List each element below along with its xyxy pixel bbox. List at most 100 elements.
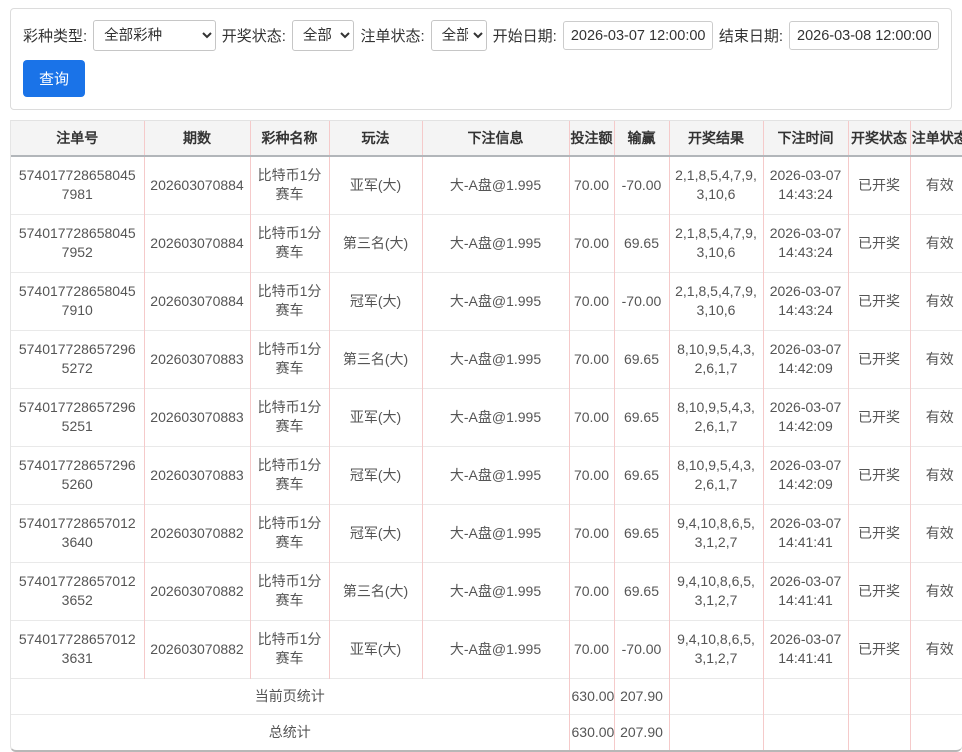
cell-period: 202603070882 — [144, 562, 250, 620]
end-date-input[interactable] — [789, 21, 939, 50]
filter-panel: 彩种类型: 全部彩种 开奖状态: 全部 注单状态: 全部 开始日期: 结束日期:… — [10, 8, 952, 110]
cell-lottery-name: 比特币1分赛车 — [250, 330, 329, 388]
cell-draw-status: 已开奖 — [848, 504, 910, 562]
cell-draw-status: 已开奖 — [848, 446, 910, 504]
cell-play-type: 亚军(大) — [329, 388, 422, 446]
cell-bet-time: 2026-03-07 14:43:24 — [763, 156, 848, 214]
empty-cell — [910, 678, 962, 714]
cell-play-type: 第三名(大) — [329, 562, 422, 620]
cell-bet-id: 5740177286580457910 — [11, 272, 144, 330]
cell-bet-status: 有效 — [910, 214, 962, 272]
total-summary-label: 总统计 — [11, 714, 569, 750]
cell-draw-result: 2,1,8,5,4,7,9,3,10,6 — [669, 214, 763, 272]
table-header-row: 注单号 期数 彩种名称 玩法 下注信息 投注额 输赢 开奖结果 下注时间 开奖状… — [11, 121, 962, 156]
cell-play-type: 第三名(大) — [329, 214, 422, 272]
cell-bet-info: 大-A盘@1.995 — [422, 272, 569, 330]
header-bet-info: 下注信息 — [422, 121, 569, 156]
cell-bet-time: 2026-03-07 14:43:24 — [763, 272, 848, 330]
start-date-label: 开始日期: — [493, 25, 557, 46]
page-summary-bet-amount: 630.00 — [569, 678, 614, 714]
cell-draw-result: 9,4,10,8,6,5,3,1,2,7 — [669, 504, 763, 562]
lottery-type-label: 彩种类型: — [23, 25, 87, 46]
cell-win-loss: 69.65 — [614, 504, 669, 562]
draw-status-label: 开奖状态: — [222, 25, 286, 46]
cell-bet-status: 有效 — [910, 330, 962, 388]
cell-bet-time: 2026-03-07 14:41:41 — [763, 620, 848, 678]
cell-bet-time: 2026-03-07 14:42:09 — [763, 388, 848, 446]
cell-period: 202603070884 — [144, 272, 250, 330]
cell-draw-result: 2,1,8,5,4,7,9,3,10,6 — [669, 272, 763, 330]
cell-bet-amount: 70.00 — [569, 272, 614, 330]
cell-period: 202603070884 — [144, 214, 250, 272]
cell-bet-amount: 70.00 — [569, 446, 614, 504]
cell-bet-status: 有效 — [910, 504, 962, 562]
cell-lottery-name: 比特币1分赛车 — [250, 214, 329, 272]
draw-status-select[interactable]: 全部 — [292, 20, 355, 51]
cell-play-type: 第三名(大) — [329, 330, 422, 388]
table-row: 5740177286580457952 202603070884 比特币1分赛车… — [11, 214, 962, 272]
cell-bet-time: 2026-03-07 14:42:09 — [763, 446, 848, 504]
cell-draw-status: 已开奖 — [848, 388, 910, 446]
cell-bet-info: 大-A盘@1.995 — [422, 156, 569, 214]
empty-cell — [669, 714, 763, 750]
empty-cell — [763, 714, 848, 750]
cell-draw-result: 8,10,9,5,4,3,2,6,1,7 — [669, 446, 763, 504]
empty-cell — [910, 714, 962, 750]
cell-bet-time: 2026-03-07 14:41:41 — [763, 562, 848, 620]
cell-period: 202603070882 — [144, 620, 250, 678]
cell-win-loss: 69.65 — [614, 330, 669, 388]
bet-records-table: 注单号 期数 彩种名称 玩法 下注信息 投注额 输赢 开奖结果 下注时间 开奖状… — [11, 121, 962, 750]
cell-bet-time: 2026-03-07 14:41:41 — [763, 504, 848, 562]
end-date-label: 结束日期: — [719, 25, 783, 46]
cell-bet-info: 大-A盘@1.995 — [422, 562, 569, 620]
cell-bet-status: 有效 — [910, 156, 962, 214]
filter-row: 彩种类型: 全部彩种 开奖状态: 全部 注单状态: 全部 开始日期: 结束日期: — [23, 20, 939, 51]
header-win-loss: 输赢 — [614, 121, 669, 156]
cell-bet-info: 大-A盘@1.995 — [422, 504, 569, 562]
cell-period: 202603070883 — [144, 388, 250, 446]
empty-cell — [848, 678, 910, 714]
start-date-input[interactable] — [563, 21, 713, 50]
bet-status-label: 注单状态: — [360, 25, 424, 46]
cell-bet-status: 有效 — [910, 272, 962, 330]
empty-cell — [669, 678, 763, 714]
cell-lottery-name: 比特币1分赛车 — [250, 504, 329, 562]
cell-lottery-name: 比特币1分赛车 — [250, 272, 329, 330]
cell-bet-amount: 70.00 — [569, 330, 614, 388]
cell-bet-info: 大-A盘@1.995 — [422, 214, 569, 272]
table-row: 5740177286580457910 202603070884 比特币1分赛车… — [11, 272, 962, 330]
cell-lottery-name: 比特币1分赛车 — [250, 156, 329, 214]
header-draw-result: 开奖结果 — [669, 121, 763, 156]
cell-win-loss: 69.65 — [614, 388, 669, 446]
cell-bet-id: 5740177286572965251 — [11, 388, 144, 446]
cell-play-type: 冠军(大) — [329, 446, 422, 504]
cell-period: 202603070883 — [144, 330, 250, 388]
header-lottery-name: 彩种名称 — [250, 121, 329, 156]
cell-win-loss: 69.65 — [614, 214, 669, 272]
cell-bet-amount: 70.00 — [569, 156, 614, 214]
cell-lottery-name: 比特币1分赛车 — [250, 446, 329, 504]
cell-lottery-name: 比特币1分赛车 — [250, 562, 329, 620]
table-row: 5740177286570123631 202603070882 比特币1分赛车… — [11, 620, 962, 678]
bet-status-select[interactable]: 全部 — [431, 20, 487, 51]
header-bet-status: 注单状态 — [910, 121, 962, 156]
page-summary-label: 当前页统计 — [11, 678, 569, 714]
cell-bet-status: 有效 — [910, 562, 962, 620]
cell-draw-result: 8,10,9,5,4,3,2,6,1,7 — [669, 388, 763, 446]
query-button[interactable]: 查询 — [23, 60, 85, 97]
cell-bet-amount: 70.00 — [569, 562, 614, 620]
cell-bet-time: 2026-03-07 14:43:24 — [763, 214, 848, 272]
cell-bet-id: 5740177286572965272 — [11, 330, 144, 388]
page-summary-win-loss: 207.90 — [614, 678, 669, 714]
total-summary-row: 总统计 630.00 207.90 — [11, 714, 962, 750]
table-row: 5740177286572965260 202603070883 比特币1分赛车… — [11, 446, 962, 504]
cell-win-loss: -70.00 — [614, 620, 669, 678]
cell-win-loss: 69.65 — [614, 562, 669, 620]
header-draw-status: 开奖状态 — [848, 121, 910, 156]
cell-bet-amount: 70.00 — [569, 620, 614, 678]
cell-bet-status: 有效 — [910, 620, 962, 678]
lottery-type-select[interactable]: 全部彩种 — [93, 20, 216, 51]
cell-bet-id: 5740177286570123640 — [11, 504, 144, 562]
cell-bet-id: 5740177286580457952 — [11, 214, 144, 272]
cell-lottery-name: 比特币1分赛车 — [250, 620, 329, 678]
